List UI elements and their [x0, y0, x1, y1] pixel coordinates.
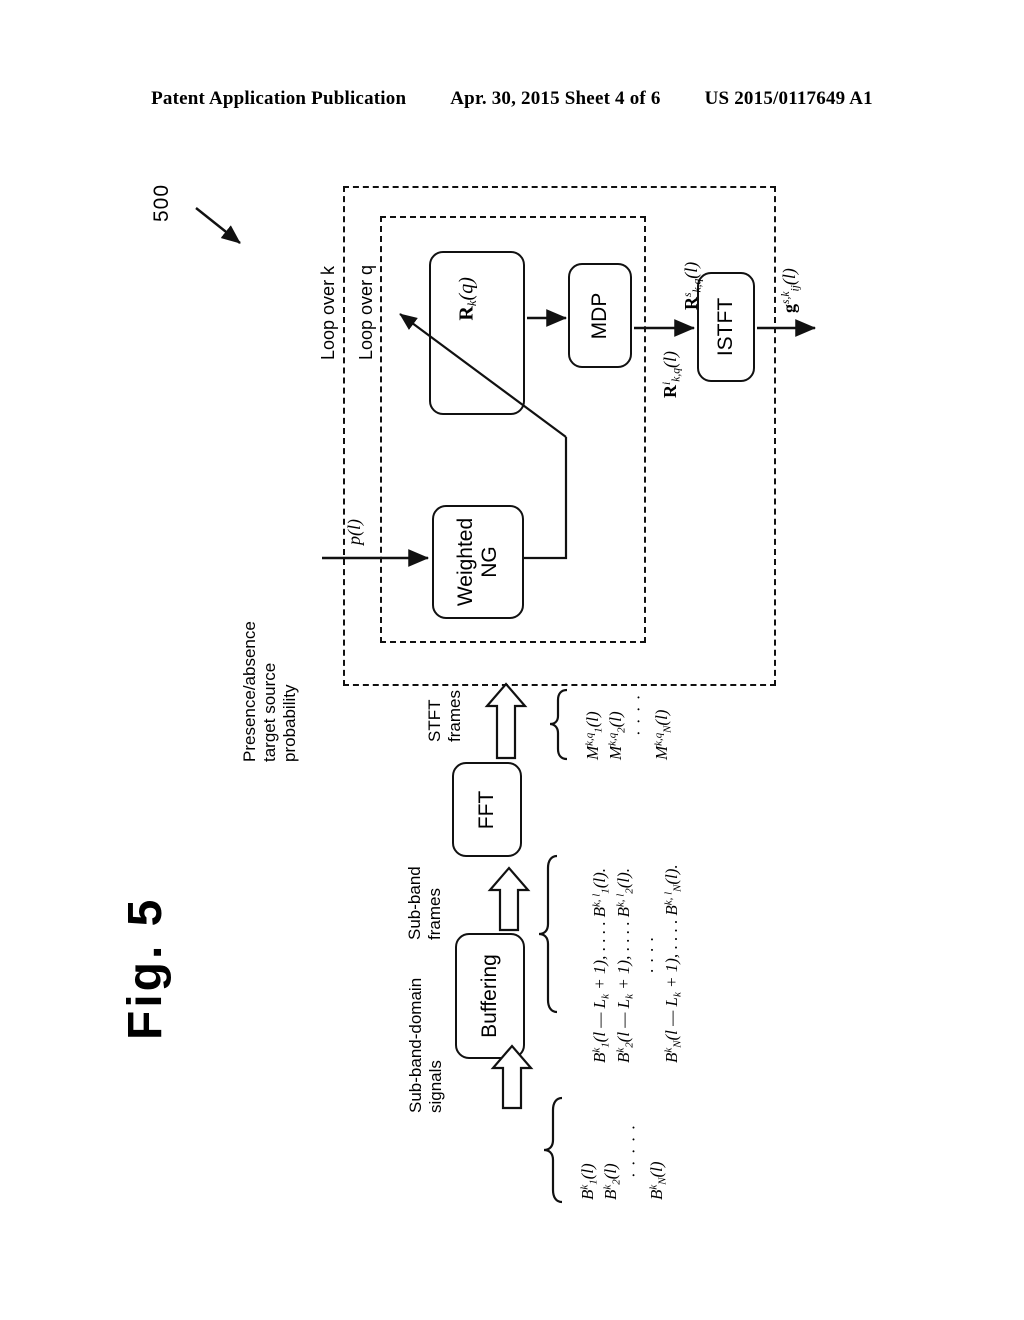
- mdp-block[interactable]: MDP: [568, 263, 632, 368]
- subband-signal-label-item: BkN(l): [647, 1161, 669, 1200]
- correlation-block-label: Rk(q): [455, 277, 480, 321]
- buffering-block[interactable]: Buffering: [455, 933, 525, 1059]
- subband-frame-label-item: . . . .: [638, 936, 657, 973]
- subband-signals-brace: [543, 1096, 563, 1204]
- subband-domain-signals-annotation: Sub-band-domain signals: [406, 977, 446, 1113]
- reference-numeral-500: 500: [150, 183, 173, 222]
- subband-frame-label-item: Bk2(l — Lk + 1), . . . . Bk, l2(l).: [614, 867, 636, 1063]
- subband-frames-annotation: Sub-band frames: [405, 866, 445, 940]
- mdp-block-label: MDP: [587, 292, 611, 339]
- presence-probability-annotation: Presence/absence target source probabili…: [240, 621, 300, 762]
- stft-frames-annotation: STFT frames: [425, 690, 465, 742]
- subband-signal-label-item: · · · · ·: [624, 1123, 643, 1178]
- figure-label: Fig. 5: [119, 896, 172, 1040]
- stft-frame-label-item: Mk,q1(l): [583, 711, 605, 760]
- stft-frame-label-item: Mk,q2(l): [606, 711, 628, 760]
- weighted-ng-block-label: Weighted NG: [453, 517, 501, 607]
- weighted-ng-block[interactable]: Weighted NG: [432, 505, 524, 619]
- page-header: Patent Application Publication Apr. 30, …: [0, 88, 1024, 110]
- istft-block-label: ISTFT: [713, 297, 737, 357]
- mdp-input-signal-label: Rik,q(l): [660, 351, 683, 398]
- stft-frames-brace: [549, 688, 568, 761]
- subband-frames-brace: [538, 854, 558, 1014]
- header-patent-number: US 2015/0117649 A1: [704, 88, 873, 109]
- subband-signal-label-item: Bk2(l): [601, 1163, 623, 1200]
- reference-leader-arrow: [195, 207, 241, 244]
- subband-frame-label-item: BkN(l — Lk + 1), . . . . Bk, lN(l).: [662, 864, 684, 1063]
- fft-block-label: FFT: [474, 790, 498, 829]
- mdp-output-signal-label: Rsk,q(l): [681, 261, 704, 310]
- subband-frame-label-item: Bk1(l — Lk + 1), . . . . Bk, l1(l).: [590, 867, 612, 1063]
- subband-signal-label-item: Bk1(l): [578, 1163, 600, 1200]
- stft-frame-label-item: · · · ·: [629, 693, 648, 736]
- buffering-block-label: Buffering: [477, 954, 501, 1038]
- istft-block[interactable]: ISTFT: [697, 272, 755, 382]
- correlation-block[interactable]: Rk(q): [429, 251, 525, 415]
- probability-signal-label: p(l): [344, 519, 364, 545]
- loop-over-q-label: Loop over q: [356, 264, 376, 360]
- header-publication-title: Patent Application Publication: [151, 88, 407, 109]
- header-date-sheet: Apr. 30, 2015 Sheet 4 of 6: [450, 88, 661, 109]
- stft-frames-block-arrow: [484, 682, 528, 760]
- fft-block[interactable]: FFT: [452, 762, 522, 857]
- subband-frames-block-arrow: [487, 866, 531, 932]
- istft-output-signal-label: gs,kij(l): [779, 268, 802, 313]
- loop-over-k-label: Loop over k: [318, 265, 338, 360]
- stft-frame-label-item: Mk,qN(l): [652, 709, 674, 760]
